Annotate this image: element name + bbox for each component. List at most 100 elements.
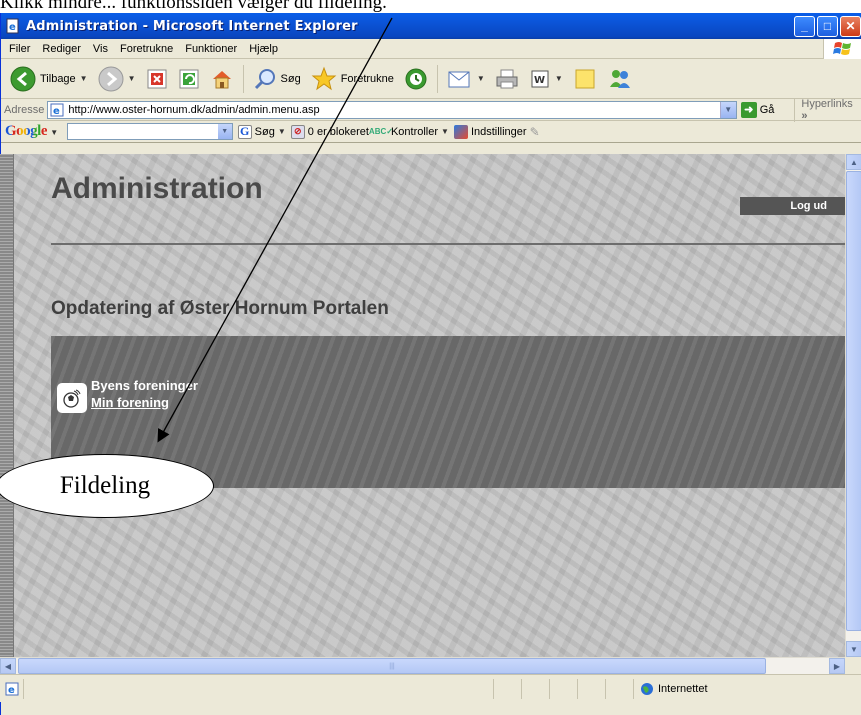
go-button[interactable]: ➜ Gå [740,101,775,118]
horizontal-scroll-thumb[interactable]: ||| [18,658,766,674]
scroll-left-icon[interactable]: ◀ [0,658,16,674]
note-icon [575,69,595,88]
scroll-right-icon[interactable]: ▶ [829,658,845,674]
ie-document-icon: e [6,18,19,34]
toolbar-separator [242,64,244,93]
settings-icon [453,124,468,139]
more-chevron-icon[interactable]: » [801,110,807,122]
status-cell [522,678,550,699]
horizontal-scrollbar[interactable]: ◀ ||| ▶ [0,657,845,674]
chevron-down-icon[interactable]: ▼ [719,101,736,118]
popup-blocked-label: 0 er blokeret [307,125,369,138]
close-icon: ✕ [845,19,856,33]
settings-button[interactable]: Indstillinger ✎ [453,124,540,139]
stop-button[interactable] [143,62,171,96]
vertical-scroll-thumb[interactable] [846,171,861,631]
home-button[interactable] [207,62,237,96]
chevron-down-icon[interactable]: ▼ [555,74,563,83]
svg-text:e: e [9,22,16,33]
edit-button[interactable]: W ▼ [526,62,566,96]
word-document-icon: W [531,70,549,87]
windows-logo-icon [823,39,861,59]
star-icon [311,66,337,90]
messenger-button[interactable] [604,62,636,96]
google-logo[interactable]: Google ▼ [5,123,58,140]
google-search-input[interactable]: ▼ [66,123,233,140]
security-zone: Internettet [634,682,708,696]
mail-button[interactable]: ▼ [444,62,488,96]
zone-label: Internettet [658,682,708,695]
home-icon [212,70,231,88]
hyperlinks-label: Hyperlinks [801,97,853,110]
associations-heading: Byens foreninger [91,378,198,393]
vertical-scrollbar[interactable]: ▲ ▼ [845,154,861,657]
section-title: Opdatering af Øster Hornum Portalen [51,298,389,319]
scroll-down-icon[interactable]: ▼ [846,641,861,657]
google-search-label: Søg [254,125,275,138]
menu-item-vis[interactable]: Vis [93,43,108,55]
chevron-down-icon[interactable]: ▼ [128,74,136,83]
address-url: http://www.oster-hornum.dk/admin/admin.m… [68,103,320,116]
football-icon [57,383,87,413]
menu-bar: Filer Rediger Vis Foretrukne Funktioner … [1,39,861,59]
document-caption: Klikk mindre... funktionssiden vælger du… [0,0,387,13]
chevron-down-icon[interactable]: ▼ [477,74,485,83]
spellcheck-icon: ABC✓ [368,127,393,136]
menu-item-hjaelp[interactable]: Hjælp [249,43,278,55]
spellcheck-label: Kontroller [390,125,439,138]
spellcheck-button[interactable]: ABC✓ Kontroller ▼ [368,125,449,139]
chevron-down-icon[interactable]: ▼ [278,127,286,136]
chevron-down-icon[interactable]: ▼ [80,74,88,83]
hyperlinks-toolbar[interactable]: Hyperlinks » [794,97,861,122]
scroll-up-icon[interactable]: ▲ [846,154,861,170]
status-text [24,678,494,699]
search-button[interactable]: Søg [250,62,304,96]
back-label: Tilbage [40,72,76,85]
globe-icon [641,682,653,695]
standard-toolbar: Tilbage ▼ ▼ Søg Foretrukne ▼ W ▼ [1,59,861,99]
chevron-down-icon[interactable]: ▼ [217,124,232,139]
svg-text:e: e [8,685,15,696]
title-bar[interactable]: e Administration - Microsoft Internet Ex… [1,13,861,39]
pencil-icon[interactable]: ✎ [530,125,540,139]
history-button[interactable] [401,62,431,96]
refresh-button[interactable] [175,62,203,96]
logout-button[interactable]: Log ud [740,197,845,215]
history-icon [405,68,427,89]
popup-blocker-button[interactable]: ⊘ 0 er blokeret [290,124,369,139]
menu-item-foretrukne[interactable]: Foretrukne [120,43,173,55]
google-search-button[interactable]: G Søg ▼ [237,124,286,139]
status-cell [550,678,578,699]
maximize-button[interactable]: □ [817,15,838,37]
google-g-icon: G [237,124,252,139]
status-cell [606,678,634,699]
back-button[interactable]: Tilbage ▼ [7,62,91,96]
window-title: Administration - Microsoft Internet Expl… [26,18,358,34]
menu-item-filer[interactable]: Filer [9,43,30,55]
page-title: Administration [51,172,263,205]
go-arrow-icon: ➜ [740,101,757,118]
maximize-icon: □ [823,19,832,33]
menu-item-rediger[interactable]: Rediger [42,43,81,55]
status-bar: e Internettet [0,674,861,702]
favorites-button[interactable]: Foretrukne [308,62,397,96]
minimize-button[interactable]: _ [794,15,815,37]
address-input[interactable]: e http://www.oster-hornum.dk/admin/admin… [47,100,737,119]
discuss-button[interactable] [570,62,600,96]
forward-button[interactable]: ▼ [95,62,139,96]
chevron-down-icon[interactable]: ▼ [50,128,58,137]
my-association-link[interactable]: Min forening [91,395,169,410]
google-logo-text: Google [5,123,48,139]
go-label: Gå [759,103,775,116]
back-arrow-icon [10,66,36,91]
popup-blocker-icon: ⊘ [290,124,305,139]
forward-arrow-icon [98,66,124,91]
minimize-icon: _ [801,19,808,33]
print-button[interactable] [492,62,522,96]
scrollbar-corner [845,657,861,674]
svg-text:W: W [534,75,545,86]
menu-item-funktioner[interactable]: Funktioner [185,43,237,55]
settings-label: Indstillinger [470,125,527,138]
close-button[interactable]: ✕ [840,15,861,37]
chevron-down-icon[interactable]: ▼ [441,127,449,136]
